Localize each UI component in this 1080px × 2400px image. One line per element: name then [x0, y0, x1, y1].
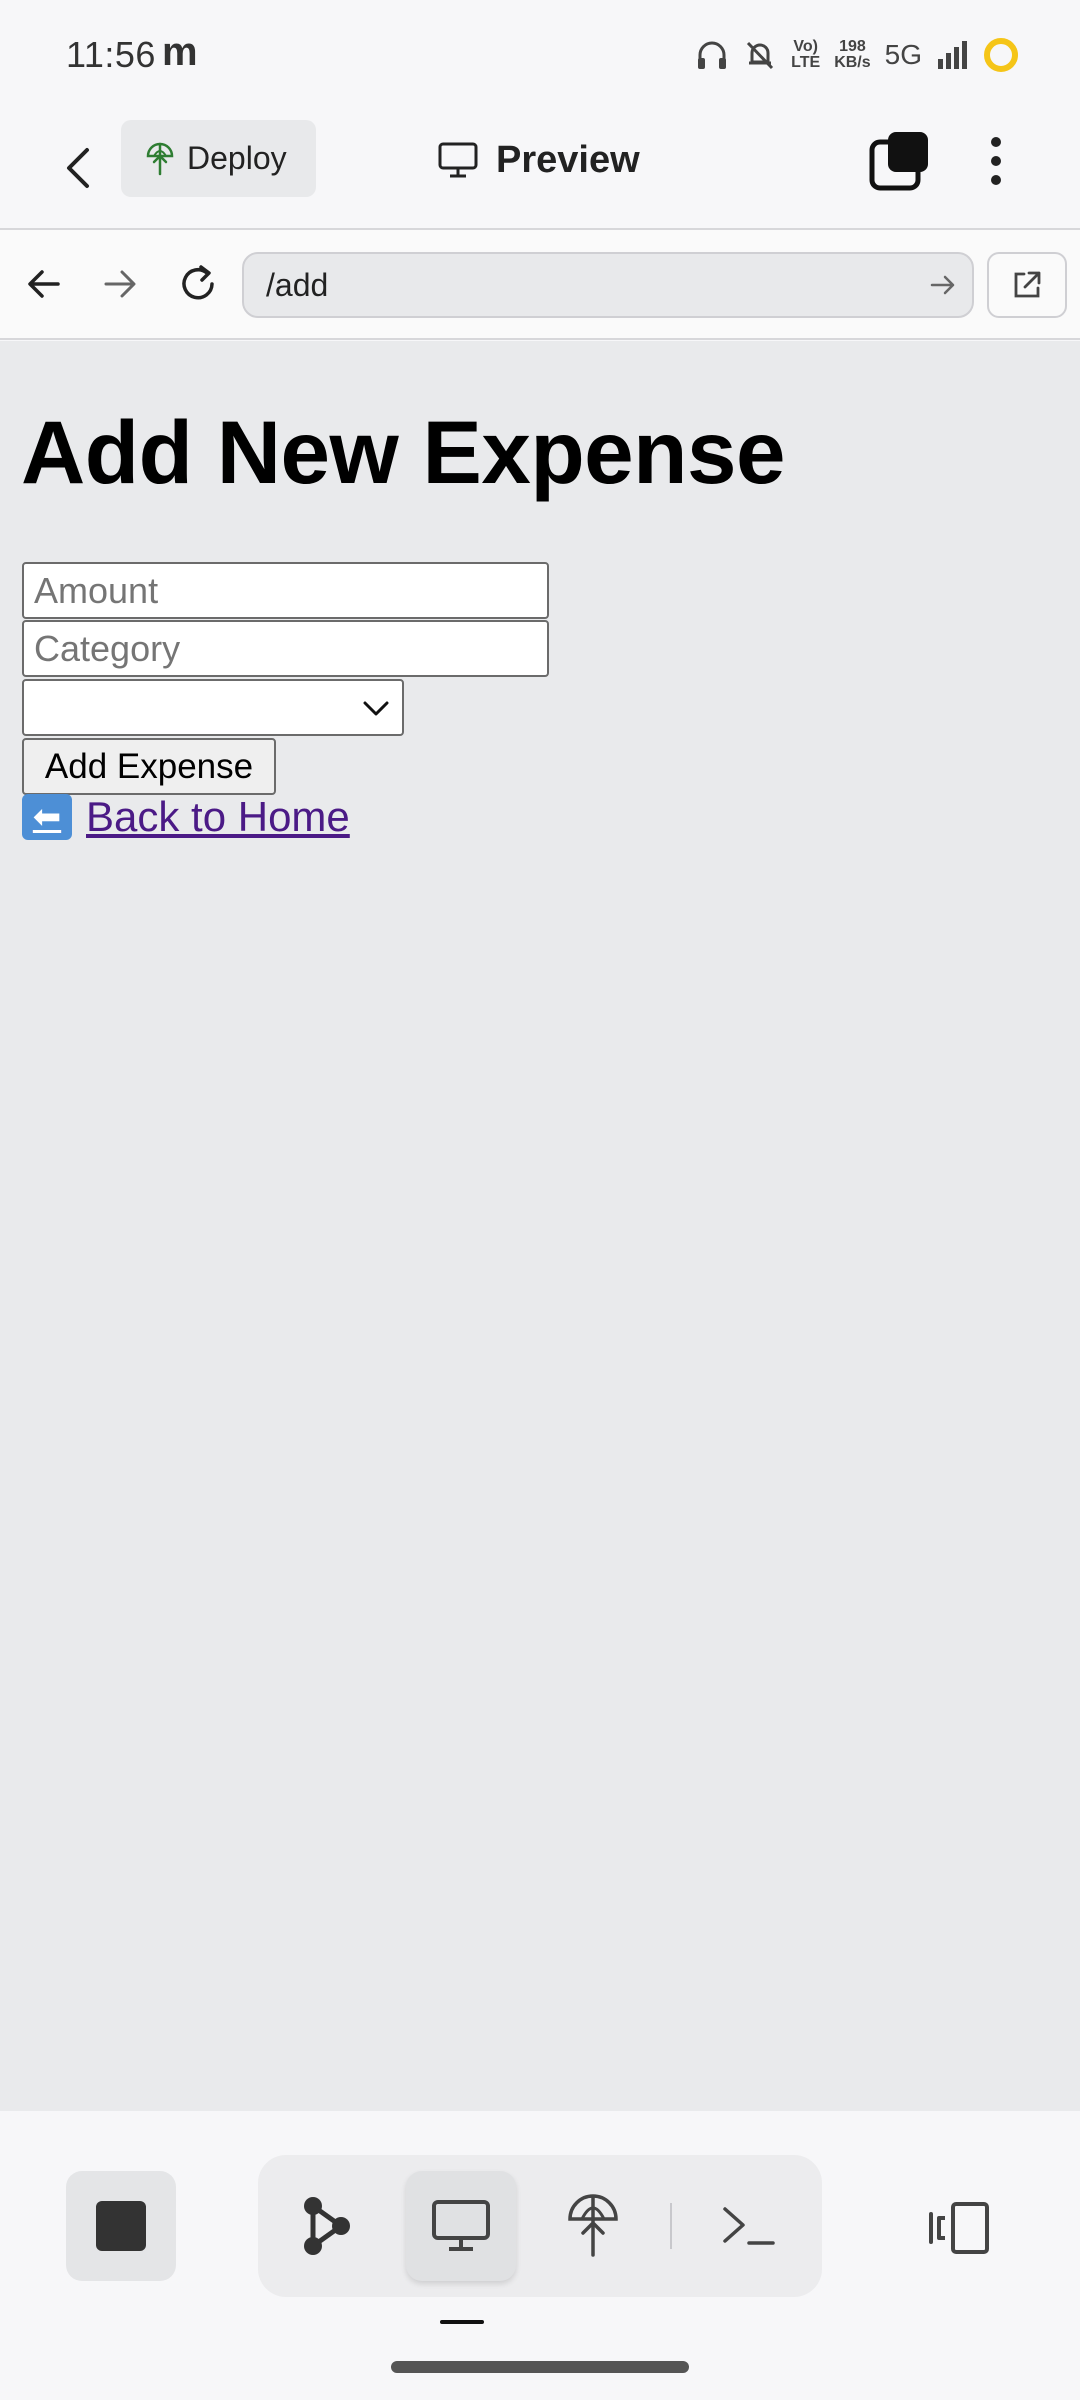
volte-icon: Vo) LTE — [791, 39, 820, 71]
network-speed: 198 KB/s — [834, 39, 870, 71]
preview-tool-button[interactable] — [406, 2171, 516, 2281]
reload-button[interactable] — [168, 254, 228, 314]
add-expense-button[interactable]: Add Expense — [22, 738, 276, 795]
graph-tool-button[interactable] — [270, 2171, 380, 2281]
deploy-tool-button[interactable] — [538, 2171, 648, 2281]
terminal-icon — [723, 2207, 775, 2245]
back-to-home-link[interactable]: ⬅ Back to Home — [22, 793, 350, 841]
home-indicator[interactable] — [391, 2361, 689, 2373]
graph-icon — [304, 2197, 350, 2255]
open-external-button[interactable] — [987, 252, 1067, 318]
speed-unit: KB/s — [834, 54, 871, 71]
more-vert-icon — [991, 137, 1001, 147]
app-bar: Deploy Preview — [0, 110, 1080, 230]
open-external-icon — [1014, 271, 1041, 298]
toolbar-divider — [670, 2203, 672, 2249]
gesture-handle — [440, 2320, 484, 2324]
back-button[interactable] — [52, 136, 104, 200]
side-panel-icon — [929, 2202, 989, 2254]
left-arrow-icon: ⬅ — [22, 794, 72, 840]
side-panel-button[interactable] — [920, 2195, 1000, 2261]
battery-ring-icon — [984, 38, 1018, 72]
url-bar: /add — [0, 230, 1080, 340]
nav-forward-button[interactable] — [90, 254, 150, 314]
tool-group — [258, 2155, 822, 2297]
volte-bottom-label: LTE — [791, 54, 821, 71]
back-arrow-icon — [67, 148, 89, 188]
windows-button[interactable] — [868, 130, 930, 192]
volte-top-label: Vo) — [793, 38, 818, 55]
deploy-icon — [568, 2194, 618, 2257]
more-menu-button[interactable] — [976, 130, 1016, 192]
web-preview-content: Add New Expense Add Expense ⬅ Back to Ho… — [0, 341, 1080, 2111]
headphones-icon — [695, 38, 729, 72]
carrier-glyph: m — [162, 30, 198, 74]
chevron-down-icon — [363, 701, 389, 716]
status-icons: Vo) LTE 198 KB/s 5G — [695, 30, 1018, 80]
status-bar: 11:56 m Vo) LTE 198 KB/s 5G — [0, 0, 1080, 110]
status-time: 11:56 — [66, 34, 156, 75]
amount-field[interactable] — [22, 562, 549, 619]
deploy-label: Deploy — [187, 140, 287, 176]
windows-icon — [869, 132, 928, 191]
go-arrow-icon — [930, 275, 955, 295]
deploy-icon — [146, 142, 174, 175]
network-type: 5G — [884, 39, 922, 70]
category-field[interactable] — [22, 620, 549, 677]
monitor-icon — [432, 2200, 490, 2251]
type-select[interactable] — [22, 679, 404, 736]
page-title: Add New Expense — [21, 402, 786, 502]
terminal-tool-button[interactable] — [694, 2171, 804, 2281]
bottom-toolbar — [0, 2111, 1080, 2400]
stop-button[interactable] — [66, 2171, 176, 2281]
go-button[interactable] — [914, 256, 972, 314]
speed-value: 198 — [839, 38, 866, 55]
nav-forward-icon — [104, 270, 136, 298]
signal-icon — [936, 39, 970, 71]
reload-icon — [182, 265, 214, 300]
nav-back-button[interactable] — [14, 254, 74, 314]
preview-title: Preview — [438, 130, 640, 190]
back-to-home-label: Back to Home — [86, 793, 350, 840]
stop-icon — [96, 2201, 146, 2251]
url-text: /add — [266, 266, 329, 303]
bell-off-icon — [743, 38, 777, 72]
url-field[interactable]: /add — [242, 252, 974, 318]
monitor-icon — [438, 142, 478, 178]
nav-back-icon — [28, 270, 60, 298]
preview-label: Preview — [496, 138, 640, 181]
deploy-button[interactable]: Deploy — [121, 120, 316, 197]
